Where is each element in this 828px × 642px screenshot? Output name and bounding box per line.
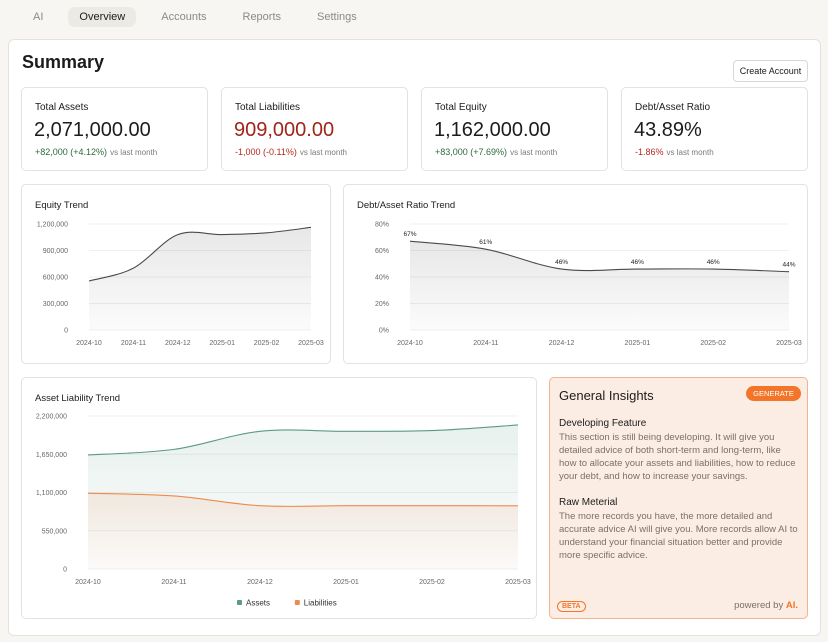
y-tick-label: 20% (375, 301, 389, 308)
page-title: Summary (22, 52, 105, 72)
stat-change-row: -1,000 (-0.11%) vs last month (235, 147, 347, 157)
x-tick-label: 2024-10 (75, 579, 101, 586)
x-tick-label: 2024-11 (161, 579, 186, 586)
tab-settings[interactable]: Settings (306, 7, 368, 27)
beta-badge: BETA (557, 601, 586, 612)
x-tick-label: 2025-03 (505, 579, 531, 586)
y-tick-label: 300,000 (43, 301, 68, 308)
x-tick-label: 2025-01 (625, 340, 651, 347)
stat-compare-label: vs last month (510, 148, 558, 157)
insight-section-title: Raw Meterial (559, 497, 618, 508)
stat-card-total-liabilities: Total Liabilities 909,000.00 -1,000 (-0.… (221, 87, 408, 171)
tab-reports[interactable]: Reports (232, 7, 293, 27)
tab-ai[interactable]: AI (22, 7, 54, 27)
insight-section-title: Developing Feature (559, 418, 647, 429)
series-area (410, 241, 789, 330)
stat-label: Total Equity (435, 102, 487, 113)
y-tick-label: 0 (63, 567, 67, 574)
stat-change-row: -1.86% vs last month (635, 147, 714, 157)
stat-change-row: +83,000 (+7.69%) vs last month (435, 147, 557, 157)
create-account-button[interactable]: Create Account (733, 60, 808, 82)
equity-trend-card: Equity Trend 0 300,000 600,000 900,000 1,200… (21, 184, 331, 364)
x-tick-label: 2025-01 (209, 340, 235, 347)
stat-label: Total Liabilities (235, 102, 301, 113)
x-tick-label: 2024-12 (549, 340, 575, 347)
legend-label: Assets (246, 599, 270, 608)
stat-compare-label: vs last month (299, 148, 348, 157)
stat-change: -1.86% (635, 147, 664, 157)
stat-card-debt-asset-ratio: Debt/Asset Ratio 43.89% -1.86% vs last mo… (621, 87, 808, 171)
x-tick-label: 2024-11 (121, 340, 146, 347)
tab-overview[interactable]: Overview (68, 7, 137, 27)
y-tick-label: 900,000 (43, 248, 68, 255)
insight-section-body: This section is still being developing. … (559, 432, 796, 482)
legend-swatch (237, 600, 242, 605)
y-tick-label: 1,100,000 (36, 490, 67, 497)
x-tick-label: 2025-03 (776, 340, 802, 347)
general-insights-panel: General Insights GENERATE Developing Fea… (549, 377, 808, 619)
x-tick-label: 2024-10 (76, 340, 102, 347)
stat-label: Total Assets (35, 102, 89, 113)
asset-liability-trend-chart: 0 550,000 1,100,000 1,650,000 2,200,000 2024-… (36, 414, 531, 608)
insight-section-body: The more records you have, the more deta… (559, 511, 798, 561)
tab-accounts[interactable]: Accounts (150, 7, 217, 27)
insights-title: General Insights (559, 388, 654, 403)
generate-button[interactable]: GENERATE (746, 386, 801, 401)
stat-card-total-equity: Total Equity 1,162,000.00 +83,000 (+7.69… (421, 87, 608, 171)
y-tick-label: 2,200,000 (36, 414, 67, 421)
stat-change: +82,000 (+4.12%) (35, 147, 108, 157)
data-label: 46% (707, 259, 720, 266)
x-tick-label: 2024-12 (165, 340, 191, 347)
y-tick-label: 1,200,000 (37, 222, 68, 229)
ai-logo: AI. (785, 600, 798, 611)
y-tick-label: 0% (379, 328, 389, 335)
top-nav: AI Overview Accounts Reports Settings (22, 7, 382, 27)
stat-label: Debt/Asset Ratio (635, 102, 711, 113)
y-tick-label: 40% (375, 275, 389, 282)
data-label: 46% (631, 259, 644, 266)
data-label: 67% (403, 231, 416, 238)
y-tick-label: 550,000 (42, 528, 67, 535)
stat-value: 43.89% (634, 119, 702, 141)
equity-trend-chart: 0 300,000 600,000 900,000 1,200,000 2024-10 20… (37, 222, 324, 348)
y-tick-label: 60% (375, 248, 389, 255)
stat-card-total-assets: Total Assets 2,071,000.00 +82,000 (+4.12… (21, 87, 208, 171)
debt-ratio-trend-card: Debt/Asset Ratio Trend 0% 20% 40% 60% 80% 202… (343, 184, 808, 364)
stat-change: +83,000 (+7.69%) (435, 147, 508, 157)
x-tick-label: 2025-02 (419, 579, 445, 586)
x-tick-label: 2024-11 (473, 340, 498, 347)
asset-liability-trend-card: Asset Liability Trend 0 550,000 1,100,000 1… (21, 377, 537, 619)
x-tick-label: 2025-02 (700, 340, 726, 347)
legend-label: Liabilities (304, 599, 337, 608)
data-label: 46% (555, 259, 568, 266)
legend-swatch (294, 600, 300, 605)
stat-compare-label: vs last month (110, 148, 158, 157)
stat-value: 1,162,000.00 (434, 119, 551, 141)
stat-value: 909,000.00 (234, 119, 335, 141)
y-tick-label: 600,000 (43, 275, 68, 282)
stat-change: -1,000 (-0.11%) (235, 147, 297, 157)
debt-ratio-trend-chart: 0% 20% 40% 60% 80% 2024-10 2024-11 2024-12 2025-… (375, 222, 802, 348)
x-tick-label: 2025-01 (333, 579, 359, 586)
y-tick-label: 1,650,000 (36, 452, 67, 459)
data-label: 61% (479, 239, 492, 246)
y-tick-label: 80% (375, 222, 389, 229)
data-label: 44% (782, 262, 795, 269)
x-tick-label: 2025-03 (298, 340, 324, 347)
x-tick-label: 2024-10 (397, 340, 423, 347)
stat-change-row: +82,000 (+4.12%) vs last month (35, 147, 157, 157)
x-tick-label: 2025-02 (254, 340, 280, 347)
stat-compare-label: vs last month (666, 148, 714, 157)
stat-value: 2,071,000.00 (34, 119, 151, 141)
series-area (89, 227, 311, 330)
y-tick-label: 0 (64, 328, 68, 335)
powered-by-label: powered by (734, 600, 784, 611)
powered-by: powered by AI. (734, 600, 798, 611)
x-tick-label: 2024-12 (247, 579, 273, 586)
